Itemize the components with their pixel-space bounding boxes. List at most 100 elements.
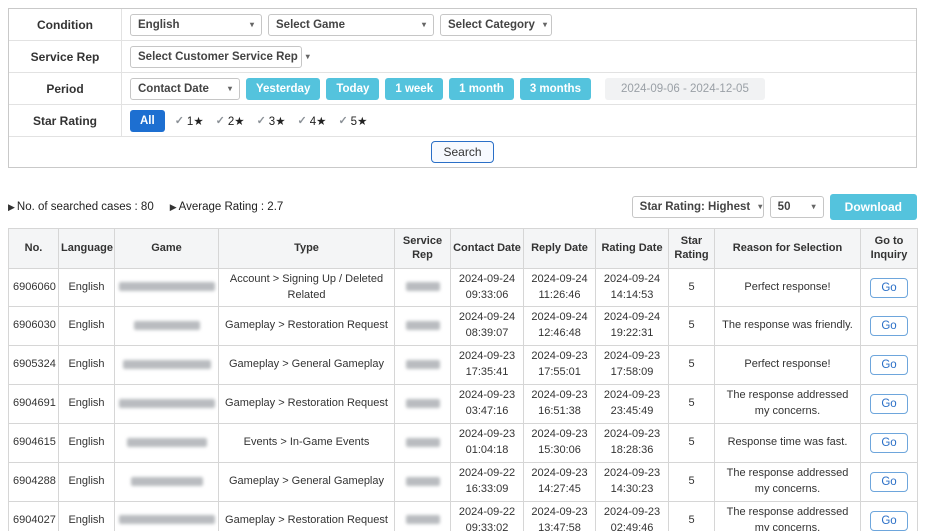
star-3-checkbox[interactable]: ✓ 3★ — [257, 114, 286, 128]
go-button[interactable]: Go — [870, 355, 907, 375]
cell-rating-date: 2024-09-23 14:30:23 — [596, 462, 669, 501]
language-select-value: English — [138, 19, 180, 31]
language-select[interactable]: English ▾ — [130, 14, 262, 36]
star-2-checkbox[interactable]: ✓ 2★ — [216, 114, 245, 128]
go-button[interactable]: Go — [870, 316, 907, 336]
cell-reason: Perfect response! — [715, 346, 861, 385]
date-range-display[interactable]: 2024-09-06 - 2024-12-05 — [605, 78, 765, 100]
check-icon: ✓ — [216, 114, 225, 127]
cell-rating-date: 2024-09-23 02:49:46 — [596, 501, 669, 531]
table-row: 6906060 English Account > Signing Up / D… — [9, 268, 918, 307]
table-row: 6906030 English Gameplay > Restoration R… — [9, 307, 918, 346]
results-table: No. Language Game Type Service Rep Conta… — [8, 228, 918, 531]
star-4-label: 4★ — [310, 114, 327, 128]
period-today-button[interactable]: Today — [326, 78, 379, 100]
header-service-rep: Service Rep — [395, 229, 451, 269]
rating-date-line: 2024-09-24 — [600, 310, 664, 326]
cell-rating-date: 2024-09-23 17:58:09 — [596, 346, 669, 385]
cell-rating-date: 2024-09-23 18:28:36 — [596, 424, 669, 463]
go-button[interactable]: Go — [870, 394, 907, 414]
cell-star-rating: 5 — [669, 385, 715, 424]
condition-label: Condition — [9, 9, 122, 40]
contact-date-line: 2024-09-24 — [455, 272, 519, 288]
go-button[interactable]: Go — [870, 472, 907, 492]
searched-cases-count: ▶ No. of searched cases : 80 — [8, 201, 154, 213]
check-icon: ✓ — [298, 114, 307, 127]
period-1week-button[interactable]: 1 week — [385, 78, 443, 100]
cell-reply-date: 2024-09-23 16:51:38 — [524, 385, 596, 424]
reply-date-line: 2024-09-23 — [528, 388, 591, 404]
cell-game — [115, 307, 219, 346]
chevron-down-icon: ▾ — [543, 21, 547, 29]
cell-reply-date: 2024-09-23 14:27:45 — [524, 462, 596, 501]
redacted-rep-name — [406, 477, 440, 486]
go-button[interactable]: Go — [870, 433, 907, 453]
game-select[interactable]: Select Game ▾ — [268, 14, 434, 36]
rating-date-line: 2024-09-23 — [600, 466, 664, 482]
sort-select[interactable]: Star Rating: Highest ▾ — [632, 196, 764, 218]
rating-date-line: 2024-09-23 — [600, 505, 664, 521]
period-3months-button[interactable]: 3 months — [520, 78, 591, 100]
cell-star-rating: 5 — [669, 424, 715, 463]
cell-reason: Response time was fast. — [715, 424, 861, 463]
period-1month-button[interactable]: 1 month — [449, 78, 514, 100]
redacted-rep-name — [406, 399, 440, 408]
period-date-type-select[interactable]: Contact Date ▾ — [130, 78, 240, 100]
cell-star-rating: 5 — [669, 501, 715, 531]
check-icon: ✓ — [257, 114, 266, 127]
table-body: 6906060 English Account > Signing Up / D… — [9, 268, 918, 531]
star-1-checkbox[interactable]: ✓ 1★ — [175, 114, 204, 128]
period-yesterday-button[interactable]: Yesterday — [246, 78, 320, 100]
search-row: Search — [9, 137, 916, 167]
header-language: Language — [59, 229, 115, 269]
service-rep-select[interactable]: Select Customer Service Rep ▾ — [130, 46, 302, 68]
average-rating-text: Average Rating : 2.7 — [179, 201, 284, 213]
filter-row-period: Period Contact Date ▾ Yesterday Today 1 … — [9, 73, 916, 105]
check-icon: ✓ — [175, 114, 184, 127]
cell-star-rating: 5 — [669, 268, 715, 307]
reply-time-line: 16:51:38 — [528, 404, 591, 420]
cell-language: English — [59, 424, 115, 463]
cell-go-to-inquiry: Go — [861, 268, 918, 307]
cell-contact-date: 2024-09-24 09:33:06 — [451, 268, 524, 307]
cell-contact-date: 2024-09-24 08:39:07 — [451, 307, 524, 346]
contact-date-line: 2024-09-22 — [455, 466, 519, 482]
cell-type: Gameplay > Restoration Request — [219, 307, 395, 346]
cell-service-rep — [395, 424, 451, 463]
cell-go-to-inquiry: Go — [861, 385, 918, 424]
contact-date-line: 2024-09-23 — [455, 349, 519, 365]
header-go-to-inquiry: Go to Inquiry — [861, 229, 918, 269]
cell-reason: The response was friendly. — [715, 307, 861, 346]
star-5-checkbox[interactable]: ✓ 5★ — [338, 114, 367, 128]
cell-game — [115, 462, 219, 501]
period-label: Period — [9, 73, 122, 104]
results-summary: ▶ No. of searched cases : 80 ▶ Average R… — [8, 201, 283, 213]
cell-language: English — [59, 307, 115, 346]
go-button[interactable]: Go — [870, 511, 907, 531]
star-4-checkbox[interactable]: ✓ 4★ — [298, 114, 327, 128]
cell-rating-date: 2024-09-24 19:22:31 — [596, 307, 669, 346]
rating-time-line: 14:30:23 — [600, 482, 664, 498]
reply-date-line: 2024-09-23 — [528, 466, 591, 482]
header-reply-date: Reply Date — [524, 229, 596, 269]
cell-go-to-inquiry: Go — [861, 346, 918, 385]
page-size-select[interactable]: 50 ▾ — [770, 196, 824, 218]
chevron-down-icon: ▾ — [422, 21, 426, 29]
cell-no: 6906060 — [9, 268, 59, 307]
star-all-button[interactable]: All — [130, 110, 165, 132]
go-button[interactable]: Go — [870, 278, 907, 298]
download-button[interactable]: Download — [830, 194, 917, 220]
category-select[interactable]: Select Category ▾ — [440, 14, 552, 36]
reply-time-line: 17:55:01 — [528, 365, 591, 381]
cell-star-rating: 5 — [669, 307, 715, 346]
redacted-rep-name — [406, 515, 440, 524]
chevron-down-icon: ▾ — [250, 21, 254, 29]
star-5-label: 5★ — [351, 114, 368, 128]
rating-date-line: 2024-09-24 — [600, 272, 664, 288]
contact-time-line: 16:33:09 — [455, 482, 519, 498]
search-button[interactable]: Search — [431, 141, 493, 163]
sort-select-value: Star Rating: Highest — [640, 201, 751, 213]
period-date-type-value: Contact Date — [138, 83, 209, 95]
game-select-value: Select Game — [276, 19, 345, 31]
searched-cases-text: No. of searched cases : 80 — [17, 201, 154, 213]
